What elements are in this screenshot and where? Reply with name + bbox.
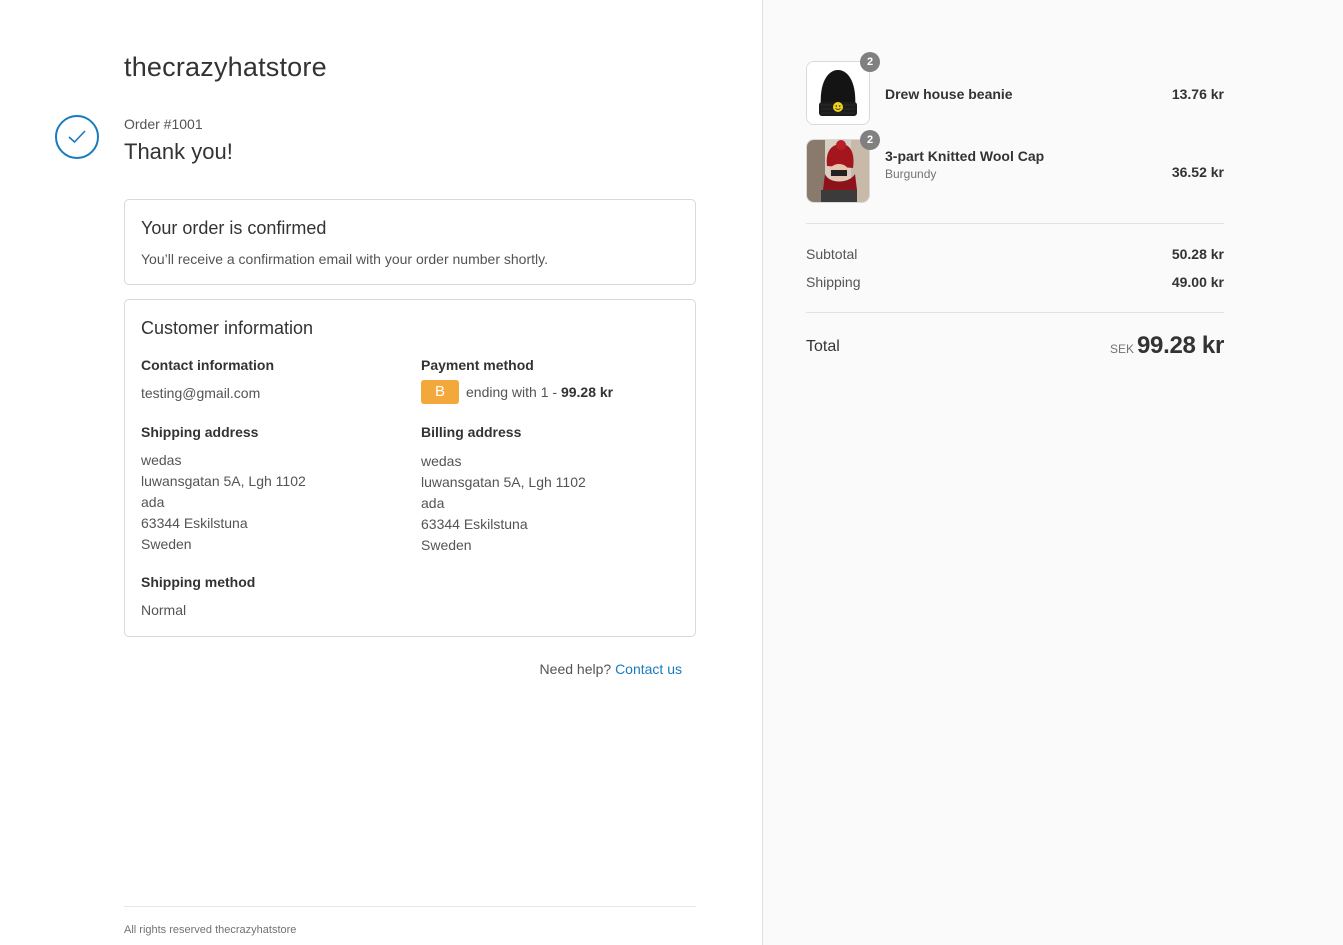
customer-right-column: Payment method B ending with 1 - 99.28 k… <box>421 300 681 630</box>
contact-email: testing@gmail.com <box>141 385 261 401</box>
shipping-value: 49.00 kr <box>1171 274 1224 290</box>
billing-address-line: 63344 Eskilstuna <box>421 516 528 532</box>
shipping-address-line: Sweden <box>141 536 192 552</box>
shipping-address-line: ada <box>141 494 165 510</box>
payment-method-label: Payment method <box>421 357 534 373</box>
store-name[interactable]: thecrazyhatstore <box>124 52 327 83</box>
billing-address-line: Sweden <box>421 537 472 553</box>
total-row: Total SEK 99.28 kr <box>806 332 1224 362</box>
billing-address-label: Billing address <box>421 424 522 440</box>
subtotal-row: Subtotal 50.28 kr <box>806 246 1224 262</box>
billing-address: wedas luwansgatan 5A, Lgh 1102 ada 63344… <box>421 451 586 556</box>
check-icon <box>55 115 99 159</box>
need-help: Need help? Contact us <box>124 661 682 677</box>
payment-amount: 99.28 kr <box>560 384 614 400</box>
shipping-method-label: Shipping method <box>141 574 256 590</box>
billing-address-line: wedas <box>421 453 462 469</box>
order-confirmed-title: Your order is confirmed <box>141 218 327 238</box>
thank-you-heading: Thank you! <box>124 139 233 164</box>
shipping-label: Shipping <box>806 274 861 290</box>
order-number: Order #1001 <box>124 116 203 132</box>
payment-ending-text: ending with 1 - <box>466 384 561 400</box>
product-name: 3-part Knitted Wool Cap <box>885 148 1045 164</box>
shipping-address-line: 63344 Eskilstuna <box>141 515 248 531</box>
footer-copyright: All rights reserved thecrazyhatstore <box>124 924 297 936</box>
shipping-address-label: Shipping address <box>141 424 259 440</box>
main-content: thecrazyhatstore Order #1001 Thank you! … <box>0 0 762 945</box>
quantity-badge: 2 <box>860 130 880 150</box>
total-label: Total <box>806 338 840 355</box>
billing-address-line: luwansgatan 5A, Lgh 1102 <box>421 474 586 490</box>
product-price: 36.52 kr <box>1171 164 1224 180</box>
shipping-method-value: Normal <box>141 602 187 618</box>
red-wool-cap-photo <box>806 139 870 203</box>
black-beanie-image <box>806 61 870 125</box>
subtotal-value: 50.28 kr <box>1171 246 1224 262</box>
payment-card-icon: B <box>421 380 459 404</box>
payment-details: ending with 1 - 99.28 kr <box>466 384 613 400</box>
summary-divider <box>806 223 1224 224</box>
contact-us-link[interactable]: Contact us <box>615 661 682 677</box>
footer-divider <box>124 906 696 907</box>
product-row: 2 Drew house beanie 13.76 kr <box>806 52 1224 125</box>
shipping-row: Shipping 49.00 kr <box>806 274 1224 290</box>
shipping-address: wedas luwansgatan 5A, Lgh 1102 ada 63344… <box>141 450 306 555</box>
customer-information-box: Customer information Contact information… <box>124 299 696 637</box>
product-variant: Burgundy <box>885 167 937 181</box>
contact-information-label: Contact information <box>141 357 274 373</box>
shipping-address-line: luwansgatan 5A, Lgh 1102 <box>141 473 306 489</box>
product-name: Drew house beanie <box>885 86 1013 102</box>
order-confirmed-box: Your order is confirmed You’ll receive a… <box>124 199 696 285</box>
currency-code: SEK <box>1109 342 1134 356</box>
order-summary-sidebar: 2 Drew house beanie 13.76 kr 2 3-part Kn… <box>762 0 1343 945</box>
product-price: 13.76 kr <box>1171 86 1224 102</box>
quantity-badge: 2 <box>860 52 880 72</box>
billing-address-line: ada <box>421 495 445 511</box>
subtotal-label: Subtotal <box>806 246 858 262</box>
customer-left-column: Contact information testing@gmail.com Sh… <box>141 300 401 630</box>
order-confirmed-text: You’ll receive a confirmation email with… <box>141 251 548 267</box>
shipping-address-line: wedas <box>141 452 182 468</box>
product-row: 2 3-part Knitted Wool Cap Burgundy 36.52… <box>806 130 1224 203</box>
summary-divider <box>806 312 1224 313</box>
need-help-text: Need help? <box>539 661 616 677</box>
total-value: 99.28 kr <box>1136 332 1224 359</box>
